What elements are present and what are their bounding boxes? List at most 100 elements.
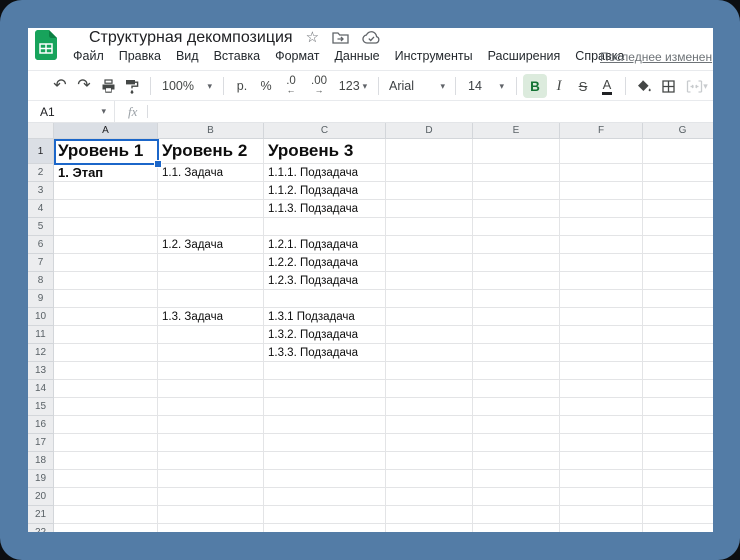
cell-D22[interactable] [386,524,473,532]
cell-D6[interactable] [386,236,473,254]
cell-E6[interactable] [473,236,560,254]
cell-C19[interactable] [264,470,386,488]
cell-C14[interactable] [264,380,386,398]
cell-A8[interactable] [54,272,158,290]
cell-F12[interactable] [560,344,643,362]
cell-G17[interactable] [643,434,713,452]
column-header-F[interactable]: F [560,123,643,139]
cell-G20[interactable] [643,488,713,506]
cell-B14[interactable] [158,380,264,398]
cell-G13[interactable] [643,362,713,380]
row-header-14[interactable]: 14 [28,380,54,398]
menu-edit[interactable]: Правка [119,49,161,63]
row-header-2[interactable]: 2 [28,164,54,182]
cell-G19[interactable] [643,470,713,488]
cell-D1[interactable] [386,139,473,164]
menu-format[interactable]: Формат [275,49,319,63]
menu-data[interactable]: Данные [334,49,379,63]
cell-E7[interactable] [473,254,560,272]
cell-D7[interactable] [386,254,473,272]
cell-B8[interactable] [158,272,264,290]
column-header-D[interactable]: D [386,123,473,139]
cell-F6[interactable] [560,236,643,254]
menu-file[interactable]: Файл [73,49,104,63]
cell-B4[interactable] [158,200,264,218]
cell-F18[interactable] [560,452,643,470]
cell-E2[interactable] [473,164,560,182]
cell-G2[interactable] [643,164,713,182]
decrease-decimals-button[interactable]: .0 ← [278,74,304,98]
cell-A1[interactable]: Уровень 1 [54,139,158,164]
cell-D21[interactable] [386,506,473,524]
cell-D13[interactable] [386,362,473,380]
cell-D10[interactable] [386,308,473,326]
cell-A5[interactable] [54,218,158,236]
cell-C18[interactable] [264,452,386,470]
cell-C5[interactable] [264,218,386,236]
cell-A15[interactable] [54,398,158,416]
cell-E12[interactable] [473,344,560,362]
cell-G7[interactable] [643,254,713,272]
cell-B20[interactable] [158,488,264,506]
cell-G5[interactable] [643,218,713,236]
cell-E20[interactable] [473,488,560,506]
cell-B7[interactable] [158,254,264,272]
cell-G3[interactable] [643,182,713,200]
cell-B3[interactable] [158,182,264,200]
cell-G21[interactable] [643,506,713,524]
cell-C21[interactable] [264,506,386,524]
cell-B11[interactable] [158,326,264,344]
cell-F3[interactable] [560,182,643,200]
row-header-15[interactable]: 15 [28,398,54,416]
font-family-select[interactable]: Arial ▾ [385,79,449,93]
row-header-8[interactable]: 8 [28,272,54,290]
italic-button[interactable]: I [547,74,571,98]
cell-D11[interactable] [386,326,473,344]
cell-A11[interactable] [54,326,158,344]
cell-F21[interactable] [560,506,643,524]
cell-B1[interactable]: Уровень 2 [158,139,264,164]
cell-B17[interactable] [158,434,264,452]
column-header-A[interactable]: A [54,123,158,139]
cell-G12[interactable] [643,344,713,362]
cell-C20[interactable] [264,488,386,506]
cell-A12[interactable] [54,344,158,362]
cell-C9[interactable] [264,290,386,308]
cell-G18[interactable] [643,452,713,470]
row-header-12[interactable]: 12 [28,344,54,362]
sheets-logo-icon[interactable] [35,30,57,65]
cell-G9[interactable] [643,290,713,308]
cell-A10[interactable] [54,308,158,326]
last-edit-link[interactable]: Последнее изменен [600,50,712,64]
bold-button[interactable]: B [523,74,547,98]
cell-B12[interactable] [158,344,264,362]
increase-decimals-button[interactable]: .00 → [304,74,334,98]
cell-A16[interactable] [54,416,158,434]
cell-C8[interactable]: 1.2.3. Подзадача [264,272,386,290]
cell-A9[interactable] [54,290,158,308]
cell-D12[interactable] [386,344,473,362]
column-header-G[interactable]: G [643,123,713,139]
cell-B9[interactable] [158,290,264,308]
cell-F19[interactable] [560,470,643,488]
cell-D16[interactable] [386,416,473,434]
cell-E19[interactable] [473,470,560,488]
cell-B6[interactable]: 1.2. Задача [158,236,264,254]
cell-B18[interactable] [158,452,264,470]
print-button[interactable] [96,74,120,98]
row-header-19[interactable]: 19 [28,470,54,488]
text-color-button[interactable]: A [595,74,619,98]
cell-E22[interactable] [473,524,560,532]
cell-D5[interactable] [386,218,473,236]
menu-extensions[interactable]: Расширения [488,49,561,63]
cell-F4[interactable] [560,200,643,218]
redo-button[interactable]: ↷ [72,74,96,98]
row-header-20[interactable]: 20 [28,488,54,506]
row-header-17[interactable]: 17 [28,434,54,452]
cell-D18[interactable] [386,452,473,470]
cell-G14[interactable] [643,380,713,398]
cell-B13[interactable] [158,362,264,380]
menu-insert[interactable]: Вставка [214,49,260,63]
cell-E15[interactable] [473,398,560,416]
cell-D19[interactable] [386,470,473,488]
